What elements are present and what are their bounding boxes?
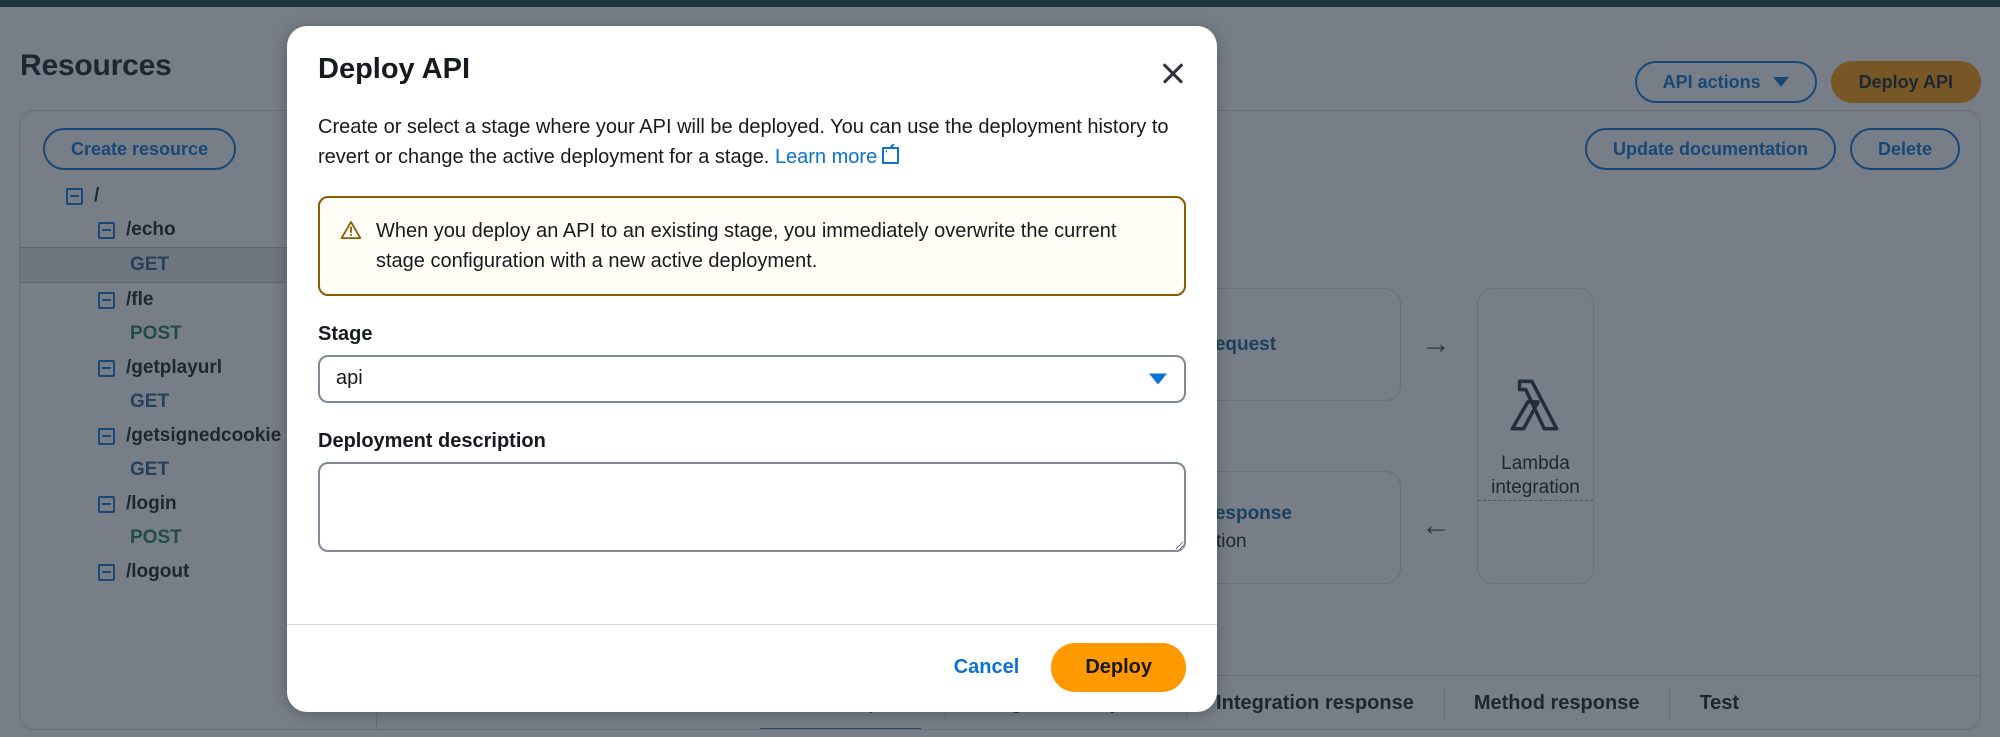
modal-header: Deploy API — [318, 53, 1186, 90]
warning-triangle-icon — [340, 219, 362, 246]
learn-more-link[interactable]: Learn more — [775, 146, 877, 168]
deployment-description-field-label: Deployment description — [318, 429, 546, 452]
external-link-icon — [882, 143, 900, 165]
deploy-api-modal: Deploy API Create or select a stage wher… — [287, 26, 1217, 712]
modal-body: Deploy API Create or select a stage wher… — [287, 26, 1217, 624]
stage-select-wrap: api — [318, 354, 1186, 403]
warning-alert: When you deploy an API to an existing st… — [318, 195, 1186, 296]
deployment-description-input[interactable] — [318, 461, 1186, 552]
warning-alert-text: When you deploy an API to an existing st… — [376, 219, 1117, 272]
modal-footer: Cancel Deploy — [287, 624, 1217, 712]
close-icon[interactable] — [1156, 56, 1190, 90]
cancel-button[interactable]: Cancel — [946, 646, 1028, 689]
modal-description-text: Create or select a stage where your API … — [318, 116, 1169, 169]
deploy-button[interactable]: Deploy — [1051, 643, 1186, 692]
stage-select[interactable]: api — [318, 354, 1186, 403]
modal-description: Create or select a stage where your API … — [318, 112, 1186, 173]
modal-title: Deploy API — [318, 53, 471, 85]
stage-field-label: Stage — [318, 322, 373, 345]
